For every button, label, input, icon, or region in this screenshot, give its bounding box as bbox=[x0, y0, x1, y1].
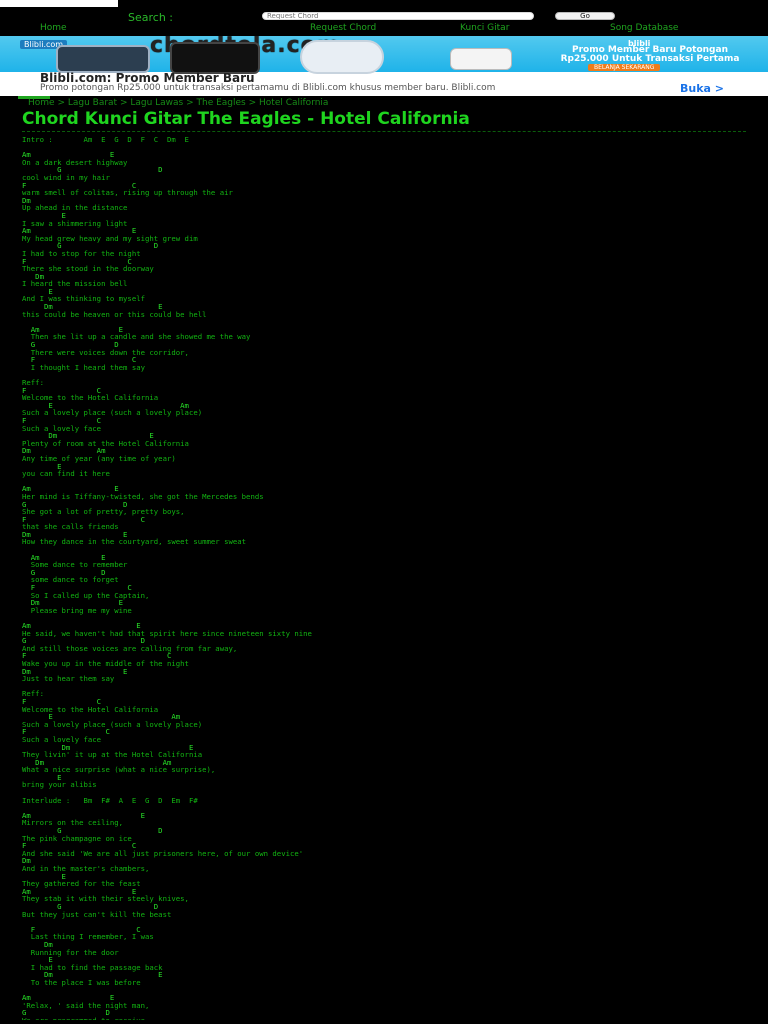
sheet-line: you can find it here bbox=[22, 469, 110, 479]
printer-image bbox=[450, 48, 512, 70]
ad-description: Promo potongan Rp25.000 untuk transaksi … bbox=[40, 83, 496, 93]
nav-item-kunci-gitar[interactable]: Kunci Gitar bbox=[460, 23, 509, 33]
sheet-line: Please bring me my wine bbox=[22, 605, 132, 615]
blender-image bbox=[300, 40, 384, 74]
browser-tab-stub bbox=[0, 0, 118, 7]
page-title: Chord Kunci Gitar The Eagles - Hotel Cal… bbox=[22, 109, 470, 129]
sheet-line: I thought I heard them say bbox=[22, 362, 146, 372]
sheet-line: Intro : Am E G D F C Dm E bbox=[22, 136, 189, 144]
ad-banner[interactable]: Blibli.com chordtela.com blibli Promo Me… bbox=[0, 36, 768, 96]
sheet-line: To the place I was before bbox=[22, 977, 141, 987]
sheet-line: And she said 'We are all just prisoners … bbox=[22, 848, 304, 858]
sheet-line: We are programmed to receive. bbox=[22, 1016, 149, 1020]
sheet-line: How they dance in the courtyard, sweet s… bbox=[22, 537, 247, 547]
nav-item-request-chord[interactable]: Request Chord bbox=[310, 23, 376, 33]
sheet-line: bring your alibis bbox=[22, 780, 97, 790]
sheet-line: Interlude : Bm F# A E G D Em F# bbox=[22, 795, 198, 805]
nav-item-song-database[interactable]: Song Database bbox=[610, 23, 678, 33]
chord-sheet: Intro : Am E G D F C Dm E Am E On a dark… bbox=[22, 136, 746, 1020]
title-divider bbox=[22, 131, 746, 132]
sheet-line: warm smell of colitas, rising up through… bbox=[22, 188, 233, 198]
ad-open-link[interactable]: Buka > bbox=[680, 82, 724, 95]
nav-item-home[interactable]: Home bbox=[40, 23, 67, 33]
search-input[interactable] bbox=[262, 12, 534, 20]
phone-image bbox=[170, 42, 260, 74]
go-button[interactable]: Go bbox=[555, 12, 615, 20]
ad-banner-image[interactable]: Blibli.com chordtela.com blibli Promo Me… bbox=[0, 36, 768, 74]
top-bar: Search : Go Home Request Chord Kunci Git… bbox=[0, 0, 768, 40]
sheet-line: this could be heaven or this could be he… bbox=[22, 309, 207, 319]
laptop-image bbox=[56, 45, 150, 73]
sheet-line: But they just can't kill the beast bbox=[22, 909, 172, 919]
ad-cta-button[interactable]: BELANJA SEKARANG bbox=[588, 64, 661, 71]
sheet-line: Just to hear them say bbox=[22, 674, 115, 684]
ad-promo-text: Promo Member Baru Potongan Rp25.000 Untu… bbox=[560, 45, 740, 64]
main-nav: Home Request Chord Kunci Gitar Song Data… bbox=[0, 23, 768, 34]
